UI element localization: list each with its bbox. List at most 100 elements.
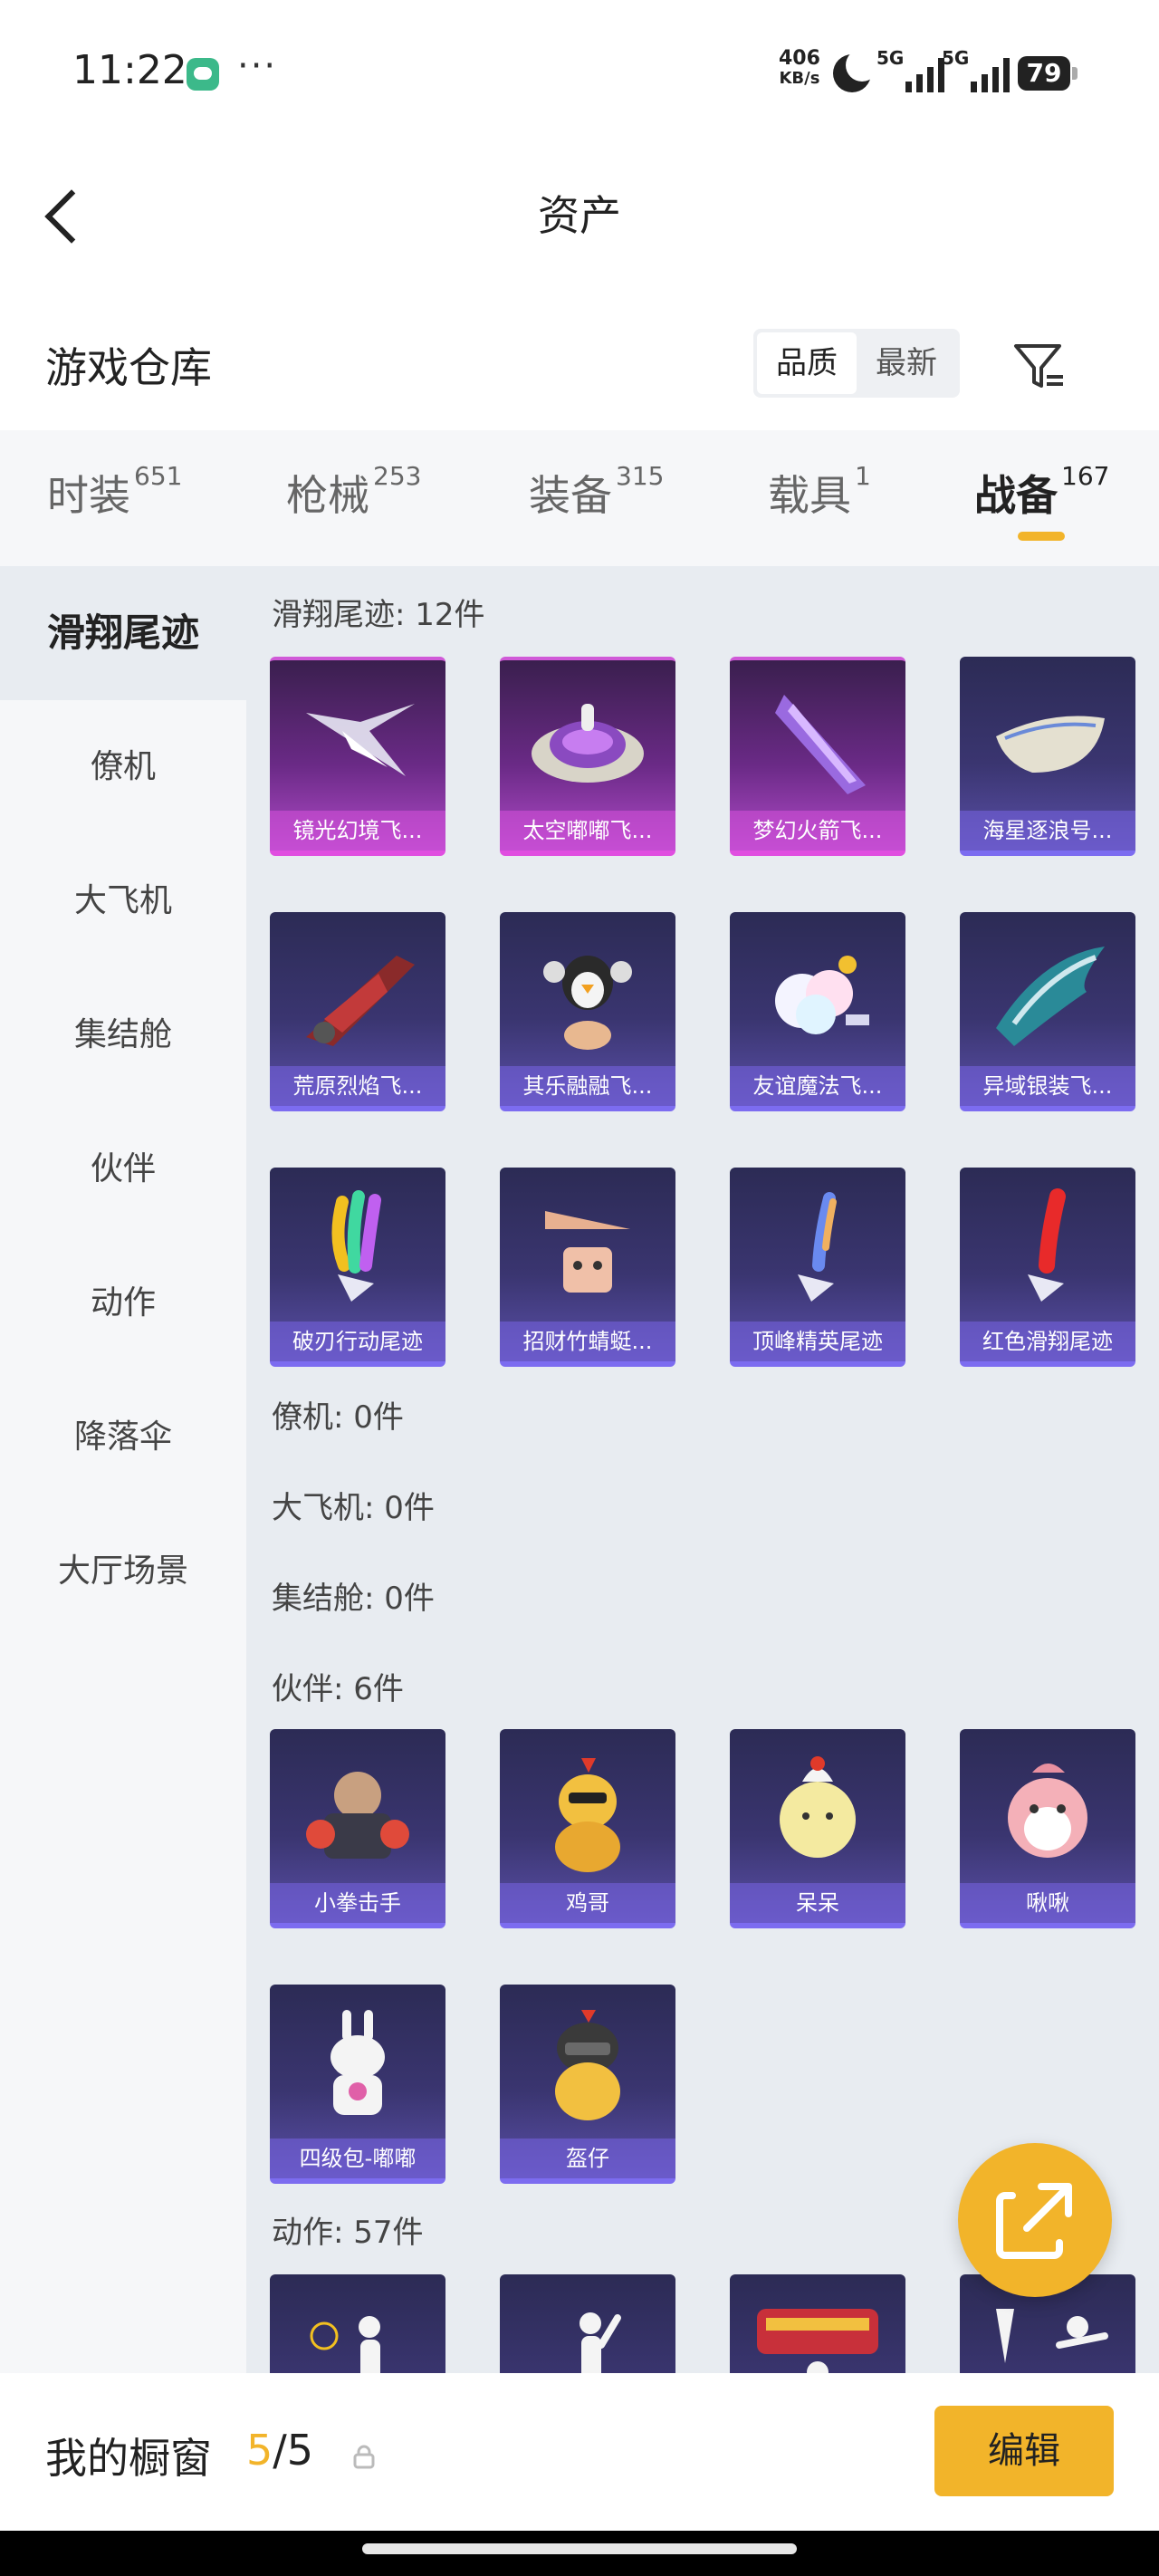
- item-label: 四级包-嘟嘟: [270, 2139, 445, 2178]
- item-label: 啾啾: [960, 1883, 1135, 1923]
- active-tab-indicator: [1018, 532, 1065, 541]
- tab-equipment[interactable]: 装备 315: [529, 461, 665, 523]
- item-image: [798, 1192, 837, 1302]
- item-card[interactable]: 梦幻火箭飞...: [730, 657, 905, 856]
- share-button[interactable]: [958, 2143, 1112, 2297]
- item-image: [543, 956, 632, 1050]
- item-label: 鸡哥: [500, 1883, 675, 1923]
- section-title-action: 动作: 57件: [272, 2215, 424, 2251]
- tab-guns-label: 枪械: [286, 471, 369, 520]
- sort-by-quality-button[interactable]: 品质: [757, 332, 857, 394]
- side-item-partner[interactable]: 伙伴: [0, 1102, 246, 1236]
- tab-battle-gear-count: 167: [1061, 461, 1110, 491]
- item-card[interactable]: 海星逐浪号...: [960, 657, 1135, 856]
- item-image: [1028, 1188, 1066, 1302]
- side-item-assembly-pod[interactable]: 集结舱: [0, 968, 246, 1102]
- item-card[interactable]: 盔仔: [500, 1985, 675, 2184]
- network-type-2: 5G: [942, 47, 970, 69]
- edit-button[interactable]: 编辑: [934, 2406, 1114, 2496]
- network-speed-unit: KB/s: [779, 69, 820, 88]
- app-screen: 11:22 ··· 406 KB/s 5G 5G 79 资产 游戏仓库 品质 最…: [0, 0, 1159, 2576]
- item-card[interactable]: 鸡哥: [500, 1729, 675, 1928]
- home-indicator[interactable]: [362, 2543, 797, 2554]
- item-card[interactable]: 顶峰精英尾迹: [730, 1168, 905, 1367]
- item-label: 海星逐浪号...: [960, 811, 1135, 851]
- item-card[interactable]: 荒原烈焰飞...: [270, 912, 445, 1111]
- item-label: 异域银装飞...: [960, 1066, 1135, 1106]
- item-image: [996, 716, 1105, 773]
- item-card[interactable]: 友谊魔法飞...: [730, 912, 905, 1111]
- signal-icon-1: [905, 56, 944, 92]
- system-nav-bar: [0, 2531, 1159, 2576]
- network-type-1: 5G: [876, 47, 905, 69]
- tab-vehicles[interactable]: 载具 1: [768, 461, 871, 523]
- item-image: [1008, 1764, 1087, 1858]
- top-bar: 资产: [0, 145, 1159, 281]
- tab-guns[interactable]: 枪械 253: [286, 461, 422, 523]
- item-image: [996, 947, 1105, 1046]
- wechat-icon: [187, 58, 219, 91]
- showcase-count: 5/5: [246, 2426, 313, 2475]
- item-card[interactable]: 啾啾: [960, 1729, 1135, 1928]
- item-card[interactable]: 招财竹蜻蜓...: [500, 1168, 675, 1367]
- warehouse-header: 游戏仓库 品质 最新: [0, 281, 1159, 430]
- category-tabs: 时装 651 枪械 253 装备 315 载具 1 战备 167: [0, 430, 1159, 566]
- side-item-wingman[interactable]: 僚机: [0, 700, 246, 834]
- section-title-partner: 伙伴: 6件: [272, 1671, 404, 1707]
- tab-guns-count: 253: [373, 461, 422, 491]
- item-image: [330, 2010, 385, 2115]
- tab-fashion-count: 651: [134, 461, 183, 491]
- side-item-big-plane[interactable]: 大飞机: [0, 834, 246, 968]
- section-title-wingman: 僚机: 0件: [272, 1399, 404, 1436]
- tab-battle-gear-label: 战备: [974, 471, 1058, 520]
- status-bar: 11:22 ··· 406 KB/s 5G 5G 79: [0, 0, 1159, 145]
- tab-fashion-label: 时装: [47, 471, 130, 520]
- share-icon: [996, 2183, 1072, 2259]
- item-label: 其乐融融飞...: [500, 1066, 675, 1106]
- item-image: [306, 956, 415, 1046]
- item-image: [780, 1756, 856, 1858]
- item-image: [306, 1772, 409, 1859]
- item-image: [532, 704, 644, 783]
- item-card[interactable]: 太空嘟嘟飞...: [500, 657, 675, 856]
- item-card[interactable]: 破刃行动尾迹: [270, 1168, 445, 1367]
- item-card[interactable]: 四级包-嘟嘟: [270, 1985, 445, 2184]
- tab-battle-gear[interactable]: 战备 167: [974, 461, 1110, 523]
- battery-icon: 79: [1018, 56, 1078, 91]
- side-menu: 滑翔尾迹 僚机 大飞机 集结舱 伙伴 动作 降落伞 大厅场景: [0, 566, 246, 2378]
- side-item-action[interactable]: 动作: [0, 1236, 246, 1370]
- item-image: [555, 1758, 620, 1872]
- tab-vehicles-label: 载具: [768, 471, 851, 520]
- item-label: 招财竹蜻蜓...: [500, 1322, 675, 1361]
- tab-equipment-label: 装备: [529, 471, 612, 520]
- item-card[interactable]: 小拳击手: [270, 1729, 445, 1928]
- status-time: 11:22: [72, 47, 187, 93]
- item-card[interactable]: 呆呆: [730, 1729, 905, 1928]
- page-title: 资产: [538, 191, 621, 240]
- item-card[interactable]: 其乐融融飞...: [500, 912, 675, 1111]
- tab-vehicles-count: 1: [855, 461, 871, 491]
- filter-icon[interactable]: [1011, 337, 1068, 395]
- tab-equipment-count: 315: [616, 461, 665, 491]
- section-title-glide: 滑翔尾迹: 12件: [272, 597, 485, 633]
- side-item-parachute[interactable]: 降落伞: [0, 1370, 246, 1504]
- item-label: 破刃行动尾迹: [270, 1322, 445, 1361]
- item-label: 红色滑翔尾迹: [960, 1322, 1135, 1361]
- item-label: 呆呆: [730, 1883, 905, 1923]
- item-label: 镜光幻境飞...: [270, 811, 445, 851]
- item-label: 友谊魔法飞...: [730, 1066, 905, 1106]
- item-label: 梦幻火箭飞...: [730, 811, 905, 851]
- section-title-assembly-pod: 集结舱: 0件: [272, 1581, 435, 1617]
- side-item-glide-trail[interactable]: 滑翔尾迹: [0, 566, 246, 700]
- item-card[interactable]: 红色滑翔尾迹: [960, 1168, 1135, 1367]
- item-label: 太空嘟嘟飞...: [500, 811, 675, 851]
- side-item-lobby-scene[interactable]: 大厅场景: [0, 1504, 246, 1639]
- network-speed: 406 KB/s: [779, 49, 820, 89]
- more-notifications-icon: ···: [237, 45, 278, 87]
- warehouse-title: 游戏仓库: [45, 343, 212, 392]
- item-label: 盔仔: [500, 2139, 675, 2178]
- tab-fashion[interactable]: 时装 651: [47, 461, 183, 523]
- item-card[interactable]: 异域银装飞...: [960, 912, 1135, 1111]
- sort-by-newest-button[interactable]: 最新: [857, 332, 956, 394]
- item-card[interactable]: 镜光幻境飞...: [270, 657, 445, 856]
